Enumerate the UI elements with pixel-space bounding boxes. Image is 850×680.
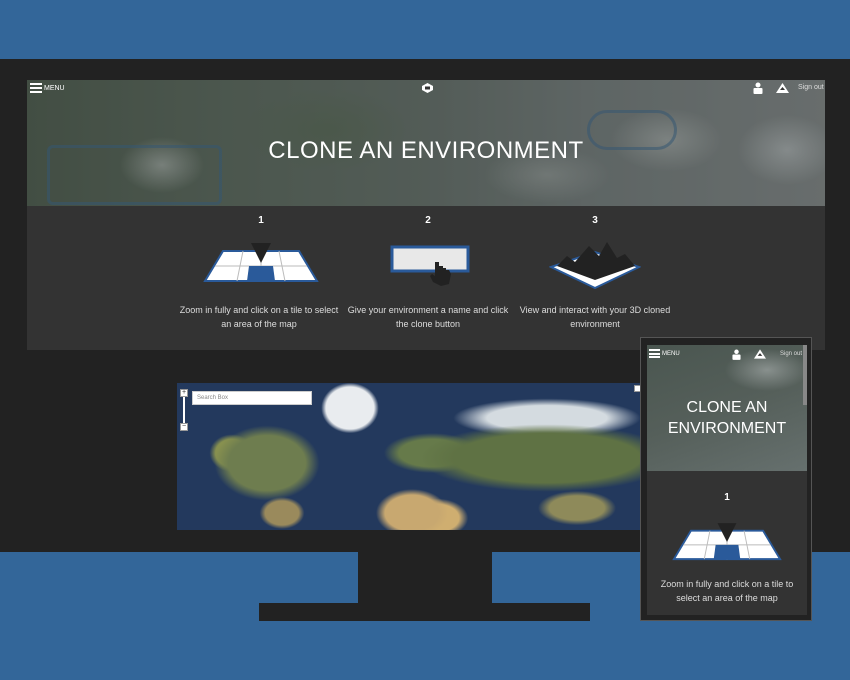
mobile-screen: MENU Sign out CLONE AN ENVIRONMENT 1 Zoo… xyxy=(647,345,807,615)
mobile-menu-button[interactable]: MENU xyxy=(649,349,680,358)
step-1-number: 1 xyxy=(258,215,264,226)
world-map[interactable]: + − Search Box xyxy=(177,383,643,530)
zoom-slider[interactable] xyxy=(183,397,185,423)
mobile-hero-banner: MENU Sign out CLONE AN ENVIRONMENT xyxy=(647,345,807,471)
page-title: CLONE AN ENVIRONMENT xyxy=(268,137,584,164)
mobile-title-line-2: ENVIRONMENT xyxy=(667,420,787,437)
map-search-input[interactable]: Search Box xyxy=(192,391,312,405)
map-tile-select-icon xyxy=(203,243,319,282)
zoom-in-button[interactable]: + xyxy=(180,389,188,397)
step-3-number: 3 xyxy=(592,215,598,226)
clone-button-click-icon xyxy=(390,245,470,286)
logo-icon[interactable] xyxy=(422,83,433,93)
mobile-title-line-1: CLONE AN xyxy=(686,399,768,416)
mobile-device: MENU Sign out CLONE AN ENVIRONMENT 1 Zoo… xyxy=(640,337,812,621)
mobile-scrollbar[interactable] xyxy=(803,345,807,405)
step-2-text: Give your environment a name and click t… xyxy=(347,305,509,329)
menu-label: MENU xyxy=(44,84,65,92)
3d-terrain-icon xyxy=(549,242,641,290)
top-nav-bar: MENU Sign out xyxy=(27,80,825,98)
step-2-number: 2 xyxy=(425,215,431,226)
mobile-step-1-number: 1 xyxy=(724,492,730,503)
mobile-page-title: CLONE AN ENVIRONMENT xyxy=(647,397,807,439)
user-icon[interactable] xyxy=(732,349,741,360)
mobile-menu-label: MENU xyxy=(662,350,680,357)
menu-button[interactable]: MENU xyxy=(30,83,65,93)
hamburger-icon xyxy=(649,349,660,358)
mobile-sign-out-link[interactable]: Sign out xyxy=(780,351,802,357)
step-3-text: View and interact with your 3D cloned en… xyxy=(519,305,671,329)
hamburger-icon xyxy=(30,83,42,93)
zoom-out-button[interactable]: − xyxy=(180,423,188,431)
monitor-base xyxy=(259,603,590,621)
mountain-icon[interactable] xyxy=(776,83,789,93)
desktop-screen: MENU Sign out CLONE AN ENVIRONMENT 1 Zoo… xyxy=(27,80,825,350)
mountain-icon[interactable] xyxy=(754,349,766,359)
hero-banner: MENU Sign out CLONE AN ENVIRONMENT xyxy=(27,80,825,206)
map-tile-select-icon xyxy=(672,523,782,561)
sign-out-link[interactable]: Sign out xyxy=(798,84,824,91)
user-icon[interactable] xyxy=(753,82,763,94)
monitor-stand xyxy=(358,552,492,604)
step-1-text: Zoom in fully and click on a tile to sel… xyxy=(179,305,339,329)
mobile-step-1-text: Zoom in fully and click on a tile to sel… xyxy=(660,579,794,603)
